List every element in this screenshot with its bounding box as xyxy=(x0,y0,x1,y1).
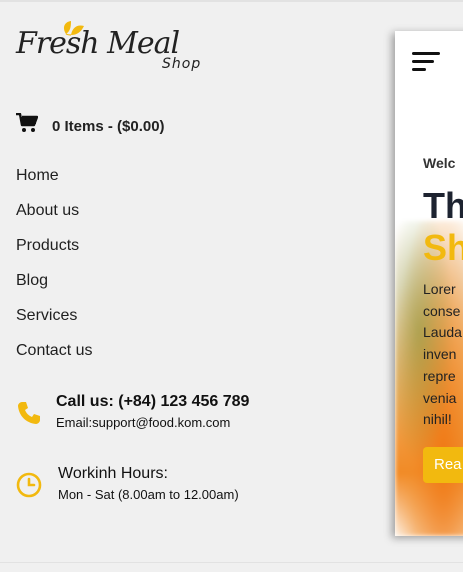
hero-description: Lorer conse Lauda inven repre venia nihi… xyxy=(423,279,462,431)
logo-sub: Shop xyxy=(162,56,202,72)
read-more-button[interactable]: Rea xyxy=(423,447,463,483)
hero-text-line: Lauda xyxy=(423,324,462,341)
nav-item-services[interactable]: Services xyxy=(16,304,92,339)
hero-welcome: Welc xyxy=(423,155,456,171)
hero-text-line: repre xyxy=(423,367,456,384)
nav-item-products[interactable]: Products xyxy=(16,234,92,269)
page-preview-panel[interactable]: Welc Th Sh Lorer conse Lauda inven repre… xyxy=(395,31,463,536)
hero-title-line1: Th xyxy=(423,185,463,226)
nav-item-about-us[interactable]: About us xyxy=(16,199,92,234)
bottom-divider xyxy=(0,562,463,563)
nav-item-home[interactable]: Home xyxy=(16,164,92,199)
logo-brand: Fresh Meal xyxy=(16,26,180,61)
phone-icon xyxy=(18,402,40,424)
cart-icon xyxy=(16,113,38,132)
cart-label: 0 Items - ($0.00) xyxy=(52,118,165,135)
contact-call: Call us: (+84) 123 456 789 Email:support… xyxy=(16,392,249,430)
contact-hours: Workinh Hours: Mon - Sat (8.00am to 12.0… xyxy=(16,464,239,502)
hero-title-line2: Sh xyxy=(423,227,463,268)
menu-toggle-icon[interactable] xyxy=(412,52,440,74)
nav-item-contact-us[interactable]: Contact us xyxy=(16,339,92,374)
call-us-text[interactable]: Call us: (+84) 123 456 789 xyxy=(56,392,249,412)
hero-text-line: nihil! xyxy=(423,411,452,428)
nav-item-blog[interactable]: Blog xyxy=(16,269,92,304)
main-nav: Home About us Products Blog Services Con… xyxy=(16,164,92,374)
email-text[interactable]: Email:support@food.kom.com xyxy=(56,415,249,430)
hours-title: Workinh Hours: xyxy=(58,465,168,482)
clock-icon xyxy=(16,472,42,498)
hero-text-line: venia xyxy=(423,389,457,406)
hero-text-line: inven xyxy=(423,346,457,363)
hero-text-line: conse xyxy=(423,302,461,319)
cart-summary[interactable]: 0 Items - ($0.00) xyxy=(16,111,165,135)
hero-text-line: Lorer xyxy=(423,281,456,297)
logo[interactable]: Fresh Meal Shop xyxy=(14,18,214,78)
top-divider xyxy=(0,0,463,2)
hours-value: Mon - Sat (8.00am to 12.00am) xyxy=(58,487,239,502)
